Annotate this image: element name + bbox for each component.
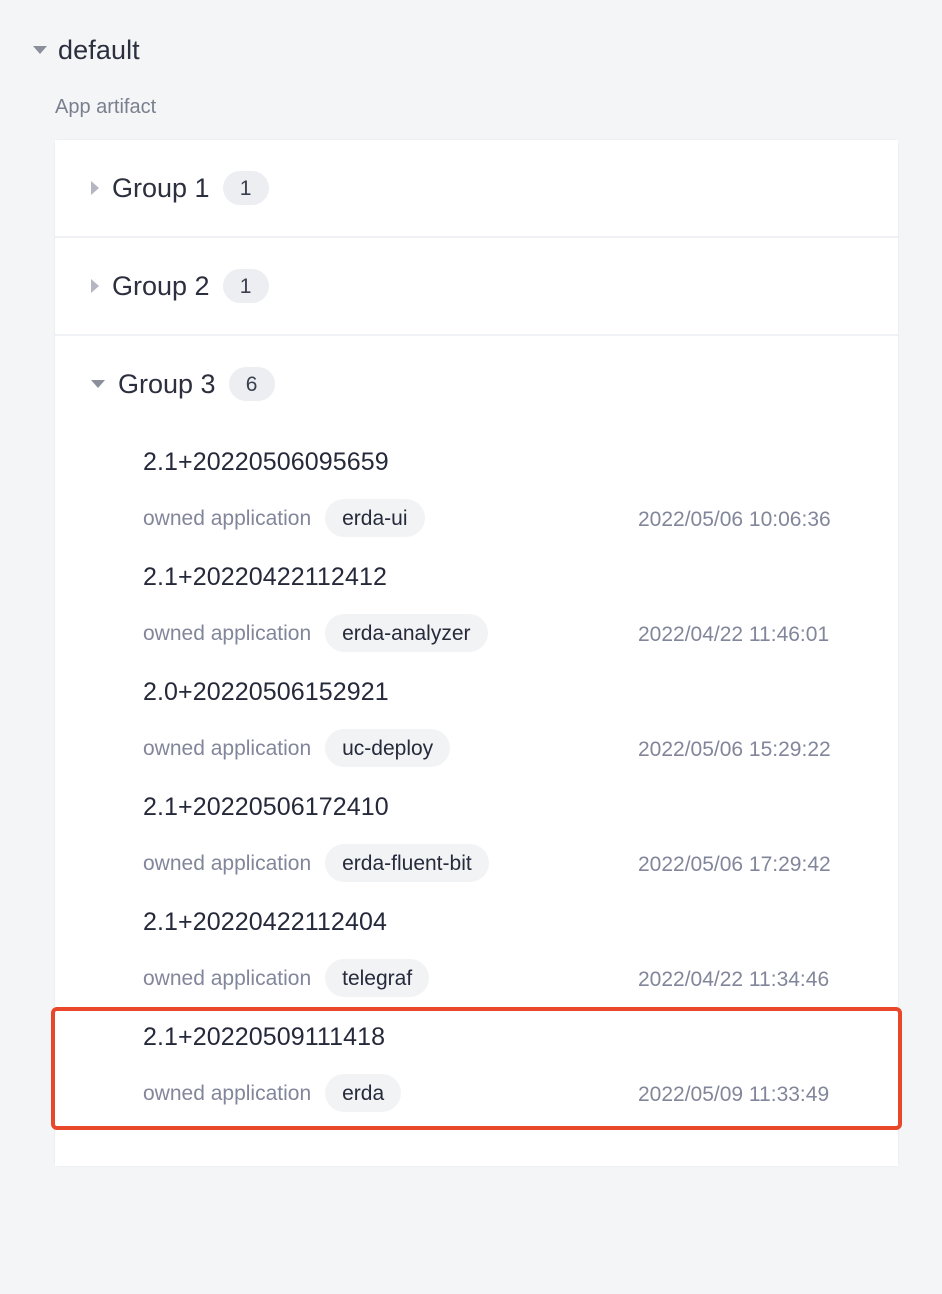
artifact-row[interactable]: 2.1+20220506095659 owned application erda-…: [55, 436, 898, 551]
caret-down-icon[interactable]: [33, 46, 47, 54]
page-title: default: [58, 34, 140, 65]
group-body: 2.1+20220506095659 owned application erda-…: [51, 432, 902, 1166]
group-header-1[interactable]: Group 1 1: [55, 140, 898, 236]
artifact-meta-label: owned application: [143, 851, 312, 875]
application-tag[interactable]: erda-ui: [325, 499, 425, 537]
application-tag[interactable]: uc-deploy: [325, 729, 451, 767]
group-header-3[interactable]: Group 3 6: [55, 336, 898, 432]
artifact-row[interactable]: 2.1+20220422112404 owned application teleg…: [55, 896, 898, 1011]
artifact-row[interactable]: 2.0+20220506152921 owned application uc-de…: [55, 666, 898, 781]
artifact-timestamp: 2022/05/09 11:33:49: [638, 1083, 830, 1106]
group-count-badge: 1: [222, 171, 269, 205]
artifact-version: 2.1+20220506172410: [143, 793, 389, 821]
artifact-version: 2.1+20220422112404: [143, 908, 387, 936]
artifact-timestamp: 2022/05/06 17:29:42: [638, 853, 831, 876]
artifact-group: Group 3 6 2.1+20220506095659 owned applicat…: [51, 334, 902, 1166]
caret-right-icon[interactable]: [91, 279, 99, 293]
group-label: Group 3: [118, 368, 216, 399]
artifact-timestamp: 2022/05/06 10:06:36: [638, 508, 831, 531]
artifact-row[interactable]: 2.1+20220506172410 owned application erda-…: [55, 781, 898, 896]
group-count-badge: 6: [228, 367, 275, 401]
section-header-default[interactable]: default: [33, 33, 140, 67]
group-header-2[interactable]: Group 2 1: [55, 238, 898, 334]
artifact-timestamp: 2022/04/22 11:46:01: [638, 623, 830, 646]
group-label: Group 2: [112, 270, 210, 301]
artifact-row-selected[interactable]: 2.1+20220509111418 owned application erda 2…: [51, 1007, 902, 1130]
caret-right-icon[interactable]: [91, 181, 99, 195]
artifact-browser-page: default App artifact Group 1 1 Group 2 1 Gro…: [0, 0, 942, 1294]
application-tag[interactable]: erda-analyzer: [325, 614, 488, 652]
artifact-version: 2.1+20220509111418: [143, 1023, 386, 1051]
application-tag[interactable]: erda: [325, 1074, 402, 1112]
artifact-meta-label: owned application: [143, 1081, 312, 1105]
group-label: Group 1: [112, 172, 210, 203]
artifact-group: Group 1 1: [55, 140, 898, 236]
application-tag[interactable]: erda-fluent-bit: [325, 844, 489, 882]
application-tag[interactable]: telegraf: [325, 959, 430, 997]
artifact-timestamp: 2022/05/06 15:29:22: [638, 738, 831, 761]
group-count-badge: 1: [222, 269, 269, 303]
artifact-row[interactable]: 2.1+20220422112412 owned application erda-…: [55, 551, 898, 666]
artifact-meta-label: owned application: [143, 736, 312, 760]
artifact-meta-label: owned application: [143, 621, 312, 645]
artifact-meta-label: owned application: [143, 966, 312, 990]
caret-down-icon[interactable]: [91, 380, 105, 388]
artifact-version: 2.1+20220506095659: [143, 448, 389, 476]
artifact-group: Group 2 1: [55, 236, 898, 334]
section-subtitle: App artifact: [55, 96, 157, 118]
artifact-meta-label: owned application: [143, 506, 312, 530]
artifact-timestamp: 2022/04/22 11:34:46: [638, 968, 830, 991]
artifact-version: 2.0+20220506152921: [143, 678, 389, 706]
artifact-version: 2.1+20220422112412: [143, 563, 387, 591]
artifact-group-card: Group 1 1 Group 2 1 Group 3 6 2.1+202205060956…: [51, 140, 902, 1166]
